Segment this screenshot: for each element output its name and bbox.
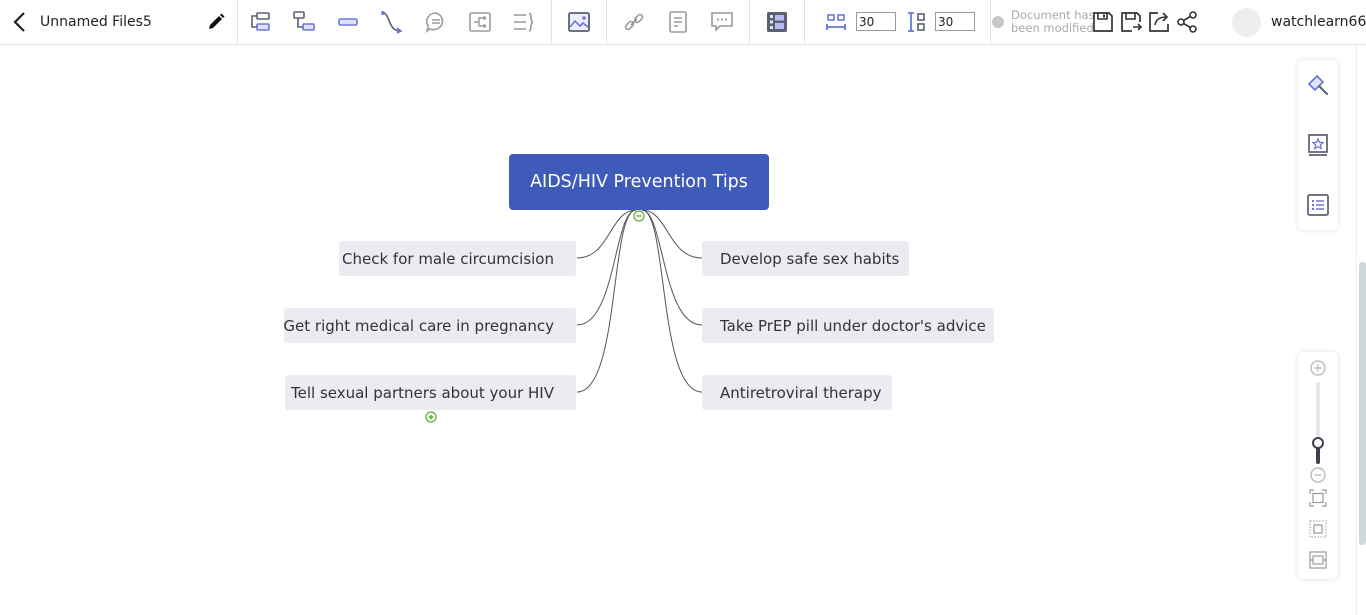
comment-icon[interactable] [710, 10, 734, 34]
topic-right-2[interactable]: Take PrEP pill under doctor's advice [702, 308, 994, 343]
vertical-spacing-icon [908, 12, 925, 32]
back-arrow-icon[interactable] [10, 11, 32, 33]
outline-view-icon[interactable] [765, 10, 789, 34]
toolbar-separator [606, 0, 607, 44]
zoom-out-icon[interactable] [1308, 465, 1328, 485]
actual-size-icon[interactable] [1308, 519, 1328, 539]
relationship-icon[interactable] [380, 10, 404, 34]
username[interactable]: watchlearn666@ [1271, 14, 1366, 30]
topic-right-1[interactable]: Develop safe sex habits [702, 241, 909, 276]
save-icon[interactable] [1091, 10, 1115, 34]
format-side-panel [1298, 60, 1338, 230]
zoom-slider-handle[interactable] [1312, 437, 1324, 449]
toolbar-separator [749, 0, 750, 44]
title-area: Unnamed Files5 [0, 0, 238, 44]
toolbar-separator [990, 0, 991, 44]
connector-left-2 [576, 209, 637, 326]
zoom-in-icon[interactable] [1308, 358, 1328, 378]
edit-pencil-icon[interactable] [206, 12, 226, 32]
collapse-icon[interactable] [633, 210, 645, 222]
fit-screen-icon[interactable] [1308, 488, 1328, 508]
callout-icon[interactable] [424, 10, 448, 34]
insert-floating-topic-icon[interactable] [336, 10, 360, 34]
connector-right-3 [641, 209, 703, 393]
topic-left-3[interactable]: Tell sexual partners about your HIV [285, 375, 576, 410]
connector-left-1 [576, 209, 637, 259]
summary-icon[interactable] [468, 10, 492, 34]
vertical-scrollbar[interactable] [1356, 45, 1366, 615]
insert-subtopic-icon[interactable] [248, 10, 272, 34]
zoom-panel [1298, 352, 1338, 579]
image-icon[interactable] [567, 10, 591, 34]
user-avatar[interactable] [1232, 8, 1261, 37]
boundary-icon[interactable] [512, 10, 536, 34]
zoom-slider[interactable] [1312, 382, 1324, 464]
topic-right-3[interactable]: Antiretroviral therapy [702, 375, 892, 410]
info-icon [992, 16, 1004, 28]
toolbar-separator [551, 0, 552, 44]
expand-icon[interactable] [425, 411, 437, 423]
scrollbar-thumb[interactable] [1359, 262, 1366, 545]
horizontal-spacing-input[interactable] [856, 12, 896, 31]
insert-sibling-icon[interactable] [292, 10, 316, 34]
outline-list-icon[interactable] [1306, 193, 1330, 217]
link-icon[interactable] [622, 10, 646, 34]
save-status: Document has been modified [992, 8, 1095, 37]
export-icon[interactable] [1147, 10, 1171, 34]
connector-left-3 [576, 209, 637, 393]
style-icon[interactable] [1306, 73, 1330, 97]
note-icon[interactable] [666, 10, 690, 34]
share-icon[interactable] [1175, 10, 1199, 34]
file-name[interactable]: Unnamed Files5 [40, 14, 152, 30]
connector-right-1 [641, 209, 703, 259]
root-topic[interactable]: AIDS/HIV Prevention Tips [509, 154, 769, 210]
topic-left-2[interactable]: Get right medical care in pregnancy [283, 308, 576, 343]
topic-left-1[interactable]: Check for male circumcision [339, 241, 576, 276]
connector-lines [576, 209, 703, 393]
center-icon[interactable] [1308, 550, 1328, 570]
vertical-spacing-input[interactable] [935, 12, 975, 31]
status-text: Document has been modified [1011, 8, 1095, 35]
connector-right-2 [641, 209, 703, 326]
horizontal-spacing-icon [826, 14, 846, 30]
theme-icon[interactable] [1306, 133, 1330, 157]
save-as-icon[interactable] [1119, 10, 1143, 34]
top-toolbar: Unnamed Files5 Document has been modifie… [0, 0, 1366, 45]
toolbar-separator [804, 0, 805, 44]
